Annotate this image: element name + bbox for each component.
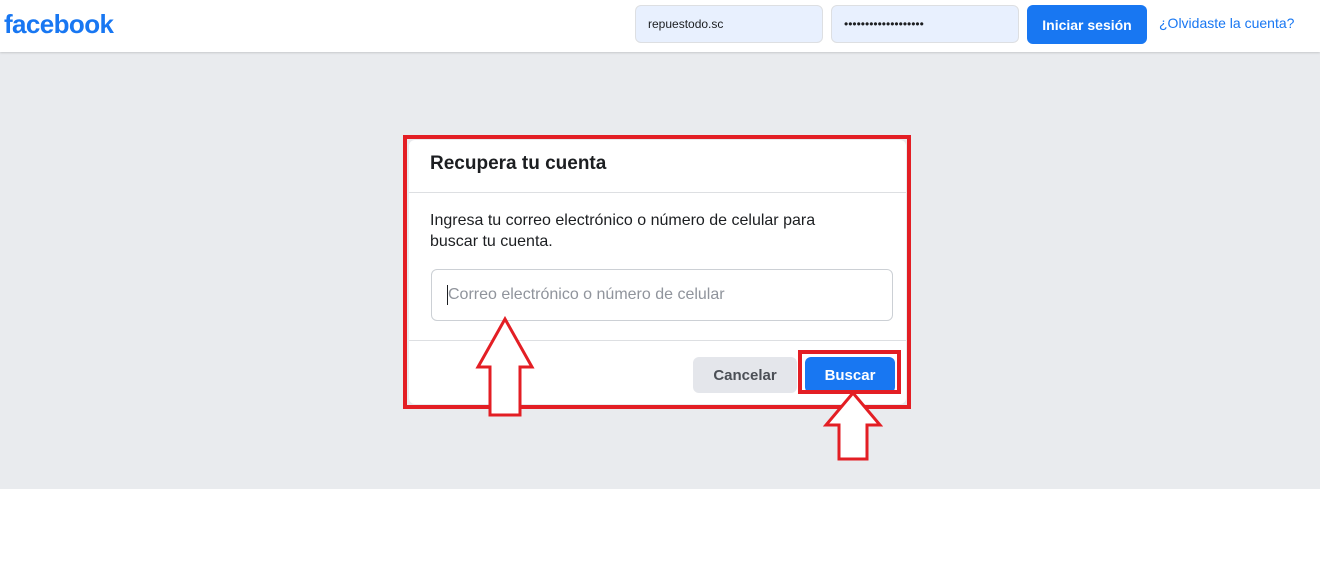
password-field[interactable] xyxy=(831,5,1019,43)
top-navigation-bar: facebook Iniciar sesión ¿Olvidaste la cu… xyxy=(0,0,1320,52)
dialog-description: Ingresa tu correo electrónico o número d… xyxy=(430,212,816,250)
text-cursor xyxy=(447,285,448,305)
forgot-account-link[interactable]: ¿Olvidaste la cuenta? xyxy=(1159,15,1294,31)
search-button[interactable]: Buscar xyxy=(805,357,895,393)
divider xyxy=(409,192,906,193)
login-button[interactable]: Iniciar sesión xyxy=(1027,5,1147,44)
divider xyxy=(409,340,906,341)
dialog-title: Recupera tu cuenta xyxy=(430,153,607,174)
recover-account-dialog: Recupera tu cuenta Ingresa tu correo ele… xyxy=(409,140,906,404)
cancel-button[interactable]: Cancelar xyxy=(693,357,797,393)
email-or-phone-input[interactable] xyxy=(431,269,893,321)
facebook-logo[interactable]: facebook xyxy=(4,9,114,40)
email-field[interactable] xyxy=(635,5,823,43)
